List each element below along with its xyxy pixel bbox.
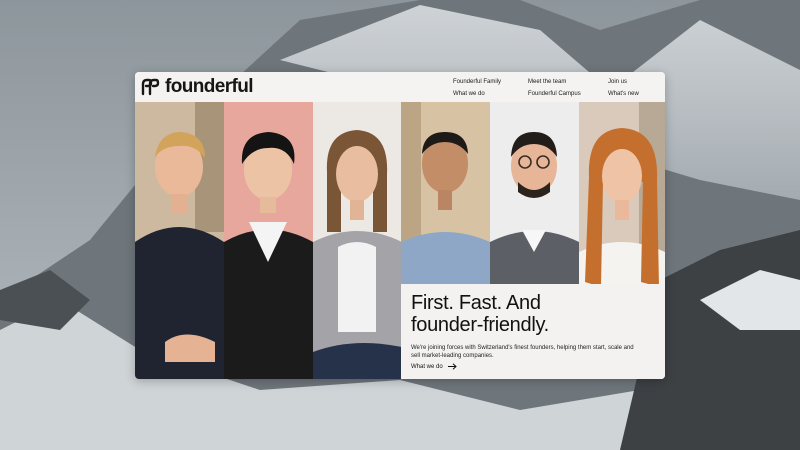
hero-subtext: We're joining forces with Switzerland's … xyxy=(411,345,634,359)
site-header: founderful Founderful Family What we do … xyxy=(135,72,665,102)
nav-founderful-family[interactable]: Founderful Family xyxy=(453,76,501,88)
team-photo-2 xyxy=(224,102,313,379)
website-window: founderful Founderful Family What we do … xyxy=(135,72,665,379)
hero-headline: First. Fast. And founder-friendly. xyxy=(411,292,549,336)
nav-whats-new[interactable]: What's new xyxy=(608,88,639,100)
cta-label: What we do xyxy=(411,363,443,370)
arrow-right-icon xyxy=(447,363,457,370)
brand-logo[interactable]: founderful xyxy=(141,76,254,97)
nav-join-us[interactable]: Join us xyxy=(608,76,627,88)
hero-panel: First. Fast. And founder-friendly. We're… xyxy=(401,284,665,379)
team-photo-1 xyxy=(135,102,224,379)
headline-line-2: founder-friendly. xyxy=(411,314,549,336)
nav-meet-the-team[interactable]: Meet the team xyxy=(528,76,566,88)
brand-name: founderful xyxy=(165,76,254,97)
founderful-logo-icon xyxy=(141,78,160,96)
what-we-do-link[interactable]: What we do xyxy=(411,363,457,370)
nav-founderful-campus[interactable]: Founderful Campus xyxy=(528,88,581,100)
team-photo-3 xyxy=(313,102,402,379)
headline-line-1: First. Fast. And xyxy=(411,292,541,314)
nav-what-we-do[interactable]: What we do xyxy=(453,88,485,100)
